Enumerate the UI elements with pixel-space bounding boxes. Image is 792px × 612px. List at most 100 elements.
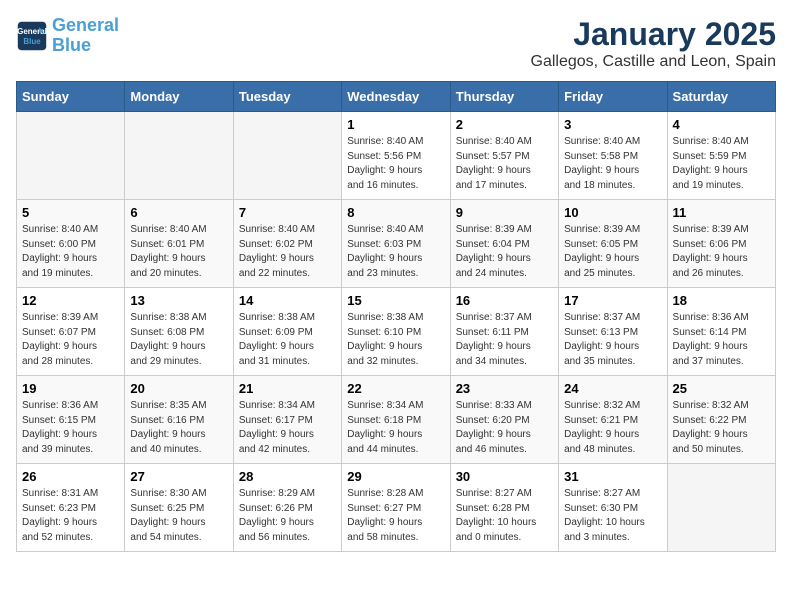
- calendar-cell: 8 Sunrise: 8:40 AM Sunset: 6:03 PM Daylig…: [342, 200, 450, 288]
- week-row-5: 26Sunrise: 8:31 AM Sunset: 6:23 PM Dayli…: [17, 464, 776, 552]
- day-number: 12: [22, 293, 119, 308]
- calendar-cell: [125, 112, 233, 200]
- calendar-cell: 7Sunrise: 8:40 AM Sunset: 6:02 PM Daylig…: [233, 200, 341, 288]
- day-info: Sunrise: 8:32 AM Sunset: 6:21 PM Dayligh…: [564, 399, 661, 457]
- day-info: Sunrise: 8:40 AM Sunset: 6:00 PM Dayligh…: [22, 223, 119, 281]
- day-info: Sunrise: 8:28 AM Sunset: 6:27 PM Dayligh…: [347, 487, 444, 545]
- calendar-cell: 5 Sunrise: 8:40 AM Sunset: 6:00 PM Daylig…: [17, 200, 125, 288]
- day-info: Sunrise: 8:36 AM Sunset: 6:14 PM Dayligh…: [673, 311, 770, 369]
- calendar-cell: 16 Sunrise: 8:37 AM Sunset: 6:11 PM Dayli…: [450, 288, 558, 376]
- calendar-cell: [17, 112, 125, 200]
- day-number: 6: [130, 205, 227, 220]
- day-number: 22: [347, 381, 444, 396]
- day-number: 27: [130, 469, 227, 484]
- day-info: Sunrise: 8:27 AM Sunset: 6:28 PM Dayligh…: [456, 487, 553, 545]
- calendar-cell: 3 Sunrise: 8:40 AM Sunset: 5:58 PM Daylig…: [559, 112, 667, 200]
- day-number: 30: [456, 469, 553, 484]
- day-info: Sunrise: 8:37 AM Sunset: 6:13 PM Dayligh…: [564, 311, 661, 369]
- day-info: Sunrise: 8:27 AM Sunset: 6:30 PM Dayligh…: [564, 487, 661, 545]
- calendar-cell: 11 Sunrise: 8:39 AM Sunset: 6:06 PM Dayli…: [667, 200, 775, 288]
- calendar-cell: 6 Sunrise: 8:40 AM Sunset: 6:01 PM Daylig…: [125, 200, 233, 288]
- day-number: 26: [22, 469, 119, 484]
- day-info: Sunrise: 8:40 AM Sunset: 5:59 PM Dayligh…: [673, 135, 770, 193]
- calendar-cell: 17 Sunrise: 8:37 AM Sunset: 6:13 PM Dayli…: [559, 288, 667, 376]
- day-info: Sunrise: 8:29 AM Sunset: 6:26 PM Dayligh…: [239, 487, 336, 545]
- calendar-cell: 30 Sunrise: 8:27 AM Sunset: 6:28 PM Dayli…: [450, 464, 558, 552]
- day-number: 16: [456, 293, 553, 308]
- weekday-header-friday: Friday: [559, 82, 667, 112]
- calendar-cell: 1Sunrise: 8:40 AM Sunset: 5:56 PM Daylig…: [342, 112, 450, 200]
- calendar-cell: 14Sunrise: 8:38 AM Sunset: 6:09 PM Dayli…: [233, 288, 341, 376]
- svg-text:Blue: Blue: [23, 37, 41, 46]
- day-number: 18: [673, 293, 770, 308]
- day-info: Sunrise: 8:39 AM Sunset: 6:07 PM Dayligh…: [22, 311, 119, 369]
- calendar-cell: 12 Sunrise: 8:39 AM Sunset: 6:07 PM Dayli…: [17, 288, 125, 376]
- day-info: Sunrise: 8:40 AM Sunset: 6:01 PM Dayligh…: [130, 223, 227, 281]
- calendar-cell: 4 Sunrise: 8:40 AM Sunset: 5:59 PM Daylig…: [667, 112, 775, 200]
- day-info: Sunrise: 8:40 AM Sunset: 6:03 PM Dayligh…: [347, 223, 444, 281]
- day-info: Sunrise: 8:38 AM Sunset: 6:10 PM Dayligh…: [347, 311, 444, 369]
- logo-icon: General Blue: [16, 20, 48, 52]
- day-number: 13: [130, 293, 227, 308]
- calendar-cell: 29 Sunrise: 8:28 AM Sunset: 6:27 PM Dayli…: [342, 464, 450, 552]
- weekday-header-thursday: Thursday: [450, 82, 558, 112]
- week-row-4: 19 Sunrise: 8:36 AM Sunset: 6:15 PM Dayli…: [17, 376, 776, 464]
- calendar-cell: [233, 112, 341, 200]
- day-number: 31: [564, 469, 661, 484]
- calendar-cell: 2 Sunrise: 8:40 AM Sunset: 5:57 PM Daylig…: [450, 112, 558, 200]
- calendar-cell: 20 Sunrise: 8:35 AM Sunset: 6:16 PM Dayli…: [125, 376, 233, 464]
- calendar-cell: 19 Sunrise: 8:36 AM Sunset: 6:15 PM Dayli…: [17, 376, 125, 464]
- day-info: Sunrise: 8:40 AM Sunset: 5:58 PM Dayligh…: [564, 135, 661, 193]
- day-info: Sunrise: 8:36 AM Sunset: 6:15 PM Dayligh…: [22, 399, 119, 457]
- logo: General Blue GeneralBlue: [16, 16, 119, 56]
- logo-text: GeneralBlue: [52, 16, 119, 56]
- week-row-3: 12 Sunrise: 8:39 AM Sunset: 6:07 PM Dayli…: [17, 288, 776, 376]
- calendar-table: SundayMondayTuesdayWednesdayThursdayFrid…: [16, 81, 776, 552]
- day-info: Sunrise: 8:33 AM Sunset: 6:20 PM Dayligh…: [456, 399, 553, 457]
- calendar-cell: 26Sunrise: 8:31 AM Sunset: 6:23 PM Dayli…: [17, 464, 125, 552]
- weekday-header-tuesday: Tuesday: [233, 82, 341, 112]
- location-title: Gallegos, Castille and Leon, Spain: [531, 53, 777, 71]
- day-number: 20: [130, 381, 227, 396]
- day-number: 14: [239, 293, 336, 308]
- day-number: 11: [673, 205, 770, 220]
- calendar-cell: 13 Sunrise: 8:38 AM Sunset: 6:08 PM Dayli…: [125, 288, 233, 376]
- day-number: 8: [347, 205, 444, 220]
- day-info: Sunrise: 8:35 AM Sunset: 6:16 PM Dayligh…: [130, 399, 227, 457]
- calendar-cell: 18 Sunrise: 8:36 AM Sunset: 6:14 PM Dayli…: [667, 288, 775, 376]
- day-number: 4: [673, 117, 770, 132]
- weekday-header-wednesday: Wednesday: [342, 82, 450, 112]
- weekday-header-sunday: Sunday: [17, 82, 125, 112]
- day-info: Sunrise: 8:30 AM Sunset: 6:25 PM Dayligh…: [130, 487, 227, 545]
- day-number: 15: [347, 293, 444, 308]
- page-header: General Blue GeneralBlue January 2025 Ga…: [16, 16, 776, 71]
- calendar-cell: 31 Sunrise: 8:27 AM Sunset: 6:30 PM Dayli…: [559, 464, 667, 552]
- day-info: Sunrise: 8:37 AM Sunset: 6:11 PM Dayligh…: [456, 311, 553, 369]
- calendar-cell: 28Sunrise: 8:29 AM Sunset: 6:26 PM Dayli…: [233, 464, 341, 552]
- day-number: 17: [564, 293, 661, 308]
- day-number: 2: [456, 117, 553, 132]
- calendar-cell: 22 Sunrise: 8:34 AM Sunset: 6:18 PM Dayli…: [342, 376, 450, 464]
- calendar-cell: 21Sunrise: 8:34 AM Sunset: 6:17 PM Dayli…: [233, 376, 341, 464]
- day-info: Sunrise: 8:39 AM Sunset: 6:06 PM Dayligh…: [673, 223, 770, 281]
- weekday-header-monday: Monday: [125, 82, 233, 112]
- day-info: Sunrise: 8:32 AM Sunset: 6:22 PM Dayligh…: [673, 399, 770, 457]
- day-number: 23: [456, 381, 553, 396]
- week-row-1: 1Sunrise: 8:40 AM Sunset: 5:56 PM Daylig…: [17, 112, 776, 200]
- day-number: 3: [564, 117, 661, 132]
- calendar-cell: 15 Sunrise: 8:38 AM Sunset: 6:10 PM Dayli…: [342, 288, 450, 376]
- month-title: January 2025: [531, 16, 777, 53]
- day-info: Sunrise: 8:34 AM Sunset: 6:18 PM Dayligh…: [347, 399, 444, 457]
- day-info: Sunrise: 8:39 AM Sunset: 6:04 PM Dayligh…: [456, 223, 553, 281]
- day-number: 10: [564, 205, 661, 220]
- day-number: 29: [347, 469, 444, 484]
- day-number: 21: [239, 381, 336, 396]
- day-info: Sunrise: 8:40 AM Sunset: 5:57 PM Dayligh…: [456, 135, 553, 193]
- calendar-cell: 10Sunrise: 8:39 AM Sunset: 6:05 PM Dayli…: [559, 200, 667, 288]
- day-number: 19: [22, 381, 119, 396]
- calendar-cell: 23 Sunrise: 8:33 AM Sunset: 6:20 PM Dayli…: [450, 376, 558, 464]
- day-info: Sunrise: 8:38 AM Sunset: 6:08 PM Dayligh…: [130, 311, 227, 369]
- day-number: 5: [22, 205, 119, 220]
- calendar-cell: 24Sunrise: 8:32 AM Sunset: 6:21 PM Dayli…: [559, 376, 667, 464]
- week-row-2: 5 Sunrise: 8:40 AM Sunset: 6:00 PM Daylig…: [17, 200, 776, 288]
